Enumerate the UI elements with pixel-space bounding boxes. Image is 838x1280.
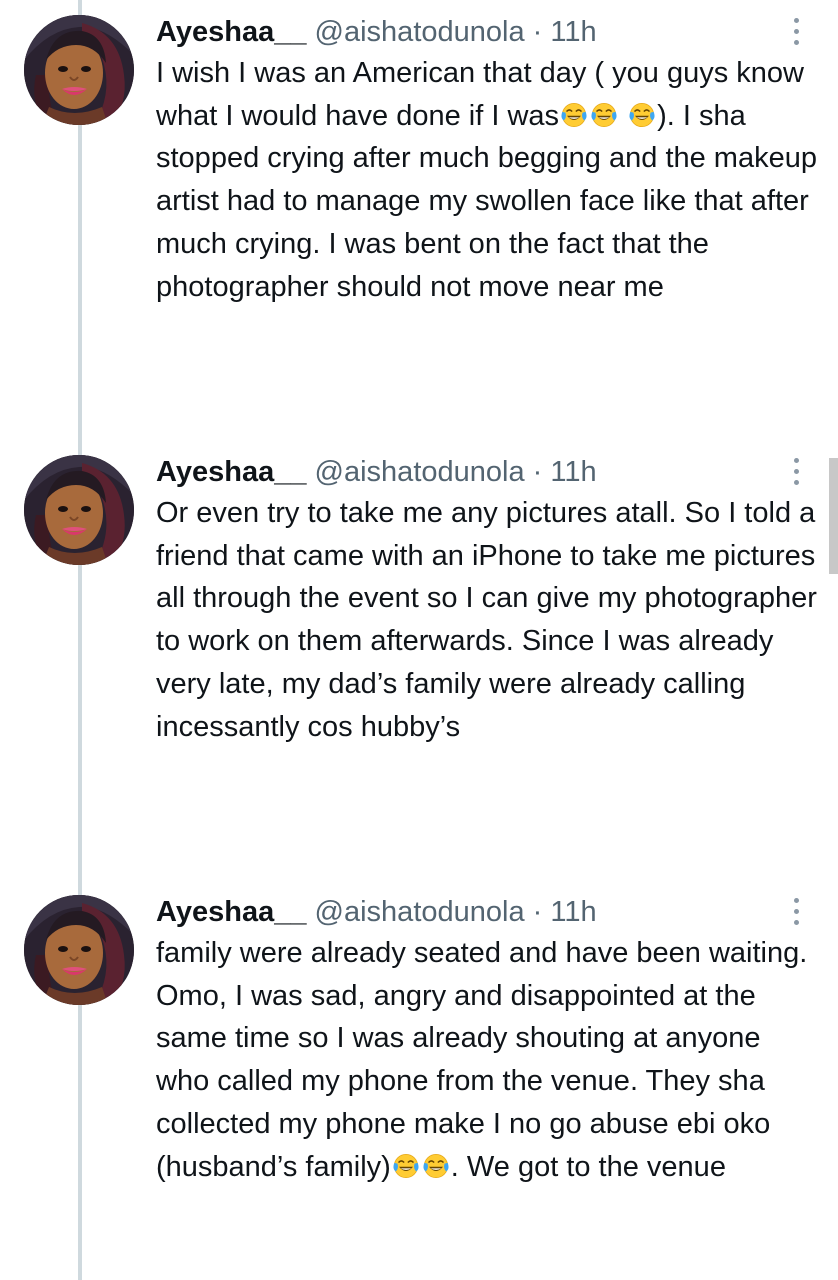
avatar[interactable] bbox=[24, 455, 134, 565]
tweet-text-part-1: Or even try to take me any pictures atal… bbox=[156, 497, 826, 743]
timestamp[interactable]: 11h bbox=[550, 896, 596, 928]
user-handle[interactable]: @aishatodunola bbox=[315, 896, 525, 928]
display-name[interactable]: Ayeshaa__ bbox=[156, 16, 306, 48]
timestamp[interactable]: 11h bbox=[550, 456, 596, 488]
tweet-text-part-1: family were already seated and have been… bbox=[156, 937, 816, 1183]
separator-dot: · bbox=[532, 896, 543, 928]
timestamp[interactable]: 11h bbox=[550, 16, 596, 48]
separator-dot: · bbox=[532, 16, 543, 48]
profile-photo-icon bbox=[24, 15, 134, 125]
thread-connector-line bbox=[78, 0, 82, 1280]
display-name[interactable]: Ayeshaa__ bbox=[156, 896, 306, 928]
separator-dot: · bbox=[532, 456, 543, 488]
face-with-tears-of-joy-icon bbox=[392, 1152, 420, 1180]
tweet-text: Or even try to take me any pictures atal… bbox=[156, 492, 821, 748]
more-options-icon[interactable] bbox=[783, 14, 809, 48]
profile-photo-icon bbox=[24, 455, 134, 565]
avatar[interactable] bbox=[24, 15, 134, 125]
tweet-header: Ayeshaa__ @aishatodunola · 11h bbox=[156, 892, 597, 932]
tweet-header: Ayeshaa__ @aishatodunola · 11h bbox=[156, 452, 597, 492]
face-with-tears-of-joy-icon bbox=[422, 1152, 450, 1180]
more-options-icon[interactable] bbox=[783, 894, 809, 928]
avatar[interactable] bbox=[24, 895, 134, 1005]
tweet-text: family were already seated and have been… bbox=[156, 932, 821, 1188]
profile-photo-icon bbox=[24, 895, 134, 1005]
face-with-tears-of-joy-icon bbox=[590, 101, 618, 129]
scrollbar-thumb[interactable] bbox=[829, 458, 838, 574]
tweet-text-part-2: . We got to the venue bbox=[450, 1150, 726, 1183]
face-with-tears-of-joy-icon bbox=[560, 101, 588, 129]
tweet-text: I wish I was an American that day ( you … bbox=[156, 52, 821, 308]
face-with-tears-of-joy-icon bbox=[628, 101, 656, 129]
tweet-header: Ayeshaa__ @aishatodunola · 11h bbox=[156, 12, 597, 52]
more-options-icon[interactable] bbox=[783, 454, 809, 488]
user-handle[interactable]: @aishatodunola bbox=[315, 456, 525, 488]
display-name[interactable]: Ayeshaa__ bbox=[156, 456, 306, 488]
user-handle[interactable]: @aishatodunola bbox=[315, 16, 525, 48]
